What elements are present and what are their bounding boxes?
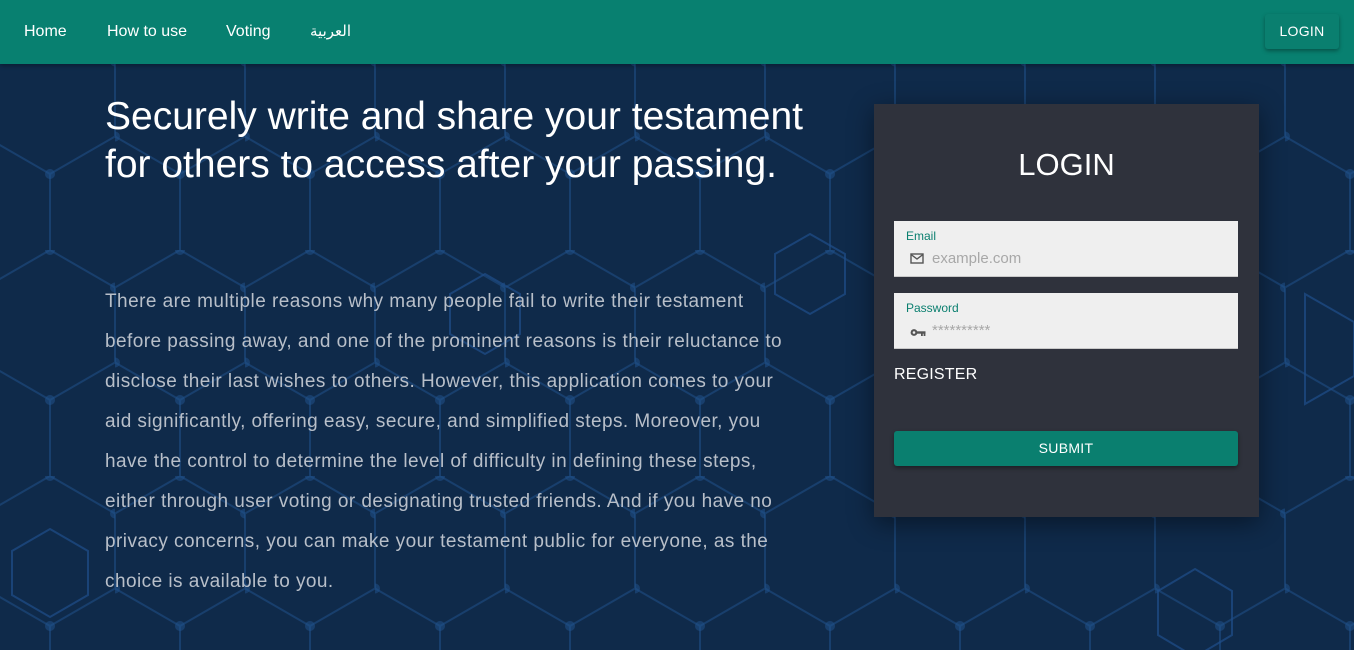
top-navbar: Home How to use Voting العربية LOGIN — [0, 0, 1354, 64]
mail-icon — [910, 251, 924, 269]
nav-login-button[interactable]: LOGIN — [1265, 14, 1339, 49]
password-field-label: Password — [906, 301, 959, 315]
nav-arabic-language-link[interactable]: العربية — [310, 22, 351, 42]
register-link[interactable]: REGISTER — [894, 366, 977, 384]
email-field-label: Email — [906, 229, 937, 243]
nav-home-link[interactable]: Home — [24, 22, 67, 42]
nav-voting-link[interactable]: Voting — [226, 22, 270, 42]
password-input[interactable] — [932, 320, 1222, 340]
email-input[interactable] — [932, 248, 1222, 268]
login-card-title: LOGIN — [1018, 147, 1115, 182]
key-icon — [910, 324, 926, 342]
nav-how-to-use-link[interactable]: How to use — [107, 22, 187, 42]
hero-title: Securely write and share your testament … — [105, 95, 804, 186]
hero-description: There are multiple reasons why many peop… — [105, 291, 783, 592]
password-field[interactable]: Password — [894, 293, 1238, 349]
email-field[interactable]: Email — [894, 221, 1238, 277]
submit-button[interactable]: SUBMIT — [894, 431, 1238, 466]
